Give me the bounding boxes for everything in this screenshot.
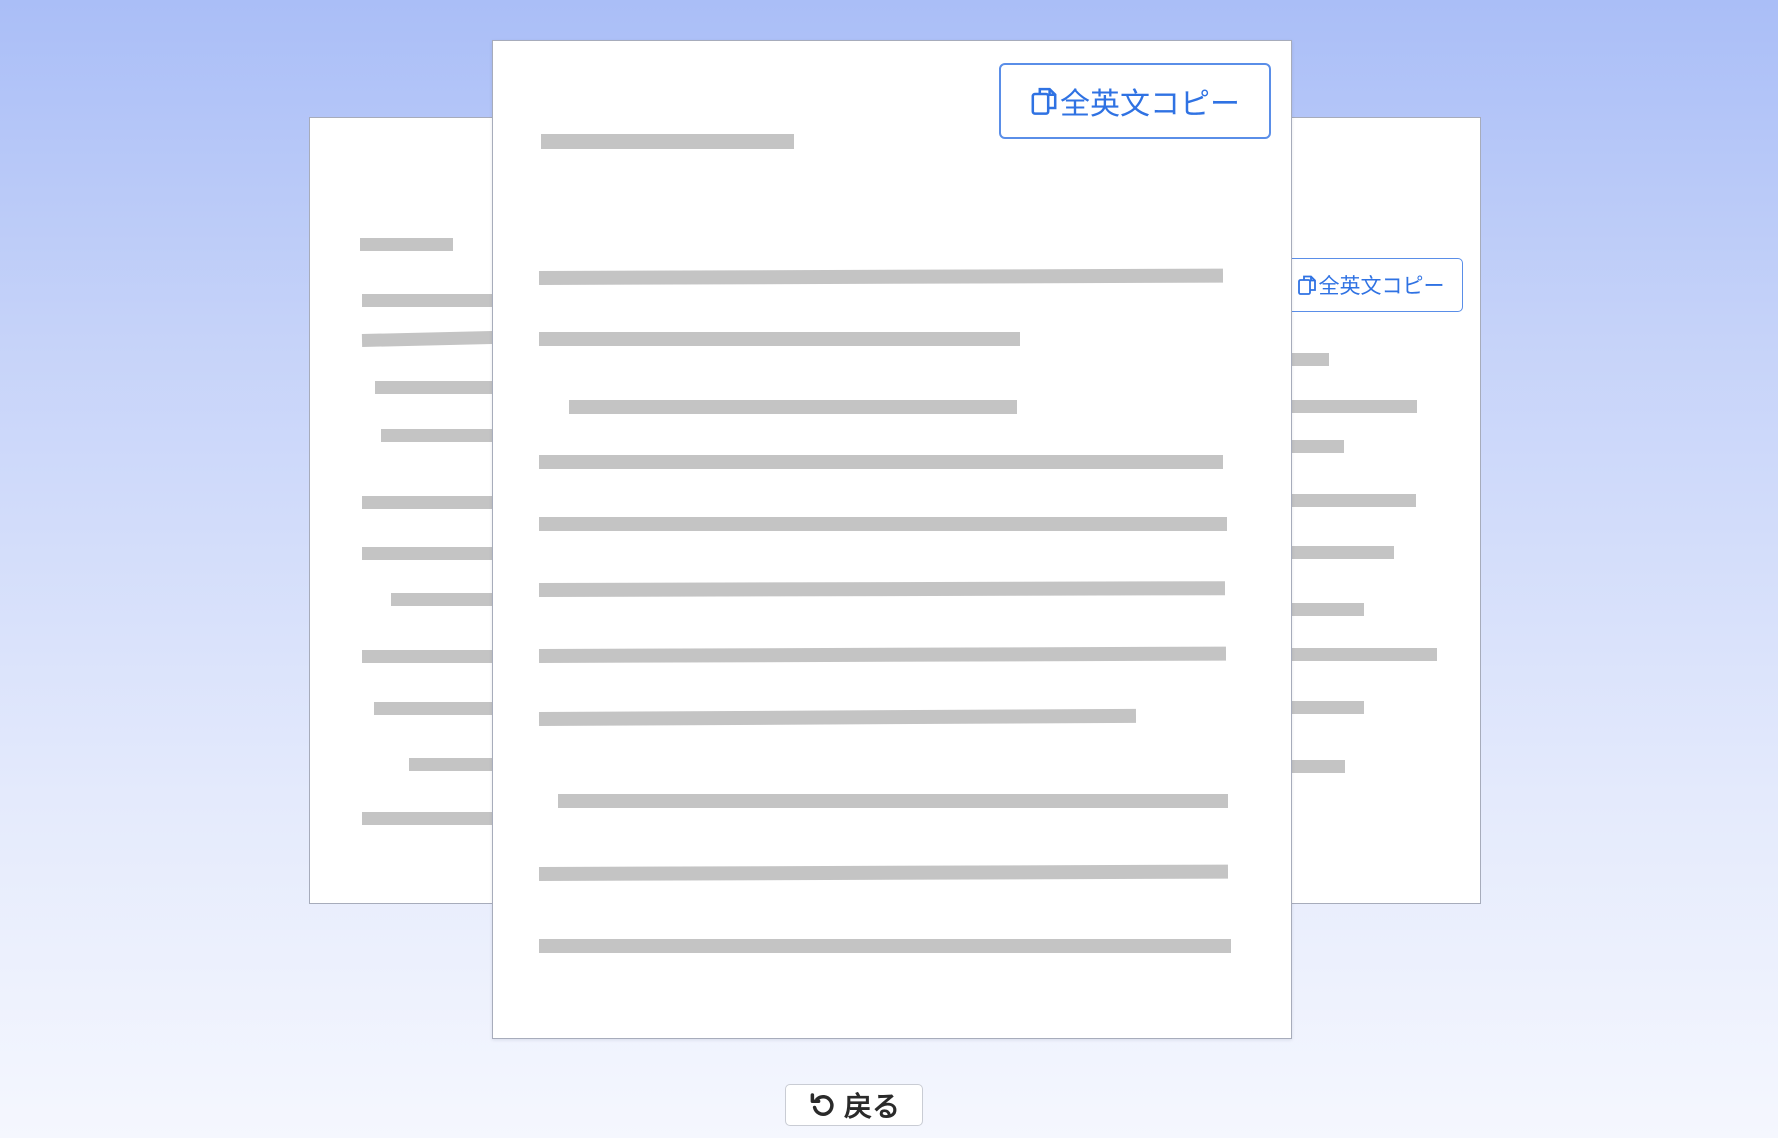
text-placeholder-line: [558, 794, 1228, 808]
text-placeholder-line: [539, 332, 1020, 346]
text-placeholder-line: [539, 455, 1223, 469]
document-page-right: 全英文コピー: [1287, 117, 1481, 904]
text-placeholder-line: [1288, 603, 1364, 616]
copy-all-english-label: 全英文コピー: [1318, 274, 1445, 298]
undo-arrow-icon: [808, 1090, 838, 1120]
text-placeholder-line: [538, 581, 1226, 597]
text-placeholder-line: [1288, 440, 1344, 453]
text-placeholder-line: [538, 646, 1227, 663]
text-placeholder-line: [1288, 494, 1416, 507]
text-placeholder-line: [538, 708, 1137, 726]
copy-icon: [1030, 85, 1058, 117]
text-placeholder-line: [569, 400, 1017, 414]
copy-all-english-button[interactable]: 全英文コピー: [1288, 258, 1463, 312]
text-placeholder-line: [538, 268, 1224, 285]
copy-all-english-label: 全英文コピー: [1060, 87, 1240, 122]
text-placeholder-line: [538, 864, 1229, 881]
text-placeholder-line: [375, 381, 492, 394]
text-placeholder-line: [362, 650, 492, 663]
text-placeholder-line: [1288, 400, 1417, 413]
text-placeholder-line: [1288, 648, 1437, 661]
copy-icon: [1297, 274, 1317, 296]
text-placeholder-line: [362, 496, 492, 509]
text-placeholder-line: [362, 547, 492, 560]
text-placeholder-line: [541, 134, 794, 149]
text-placeholder-line: [539, 939, 1231, 953]
text-placeholder-line: [360, 238, 453, 251]
document-page-main: 全英文コピー: [492, 40, 1292, 1039]
text-placeholder-line: [1288, 701, 1364, 714]
back-label: 戻る: [843, 1090, 900, 1123]
text-placeholder-line: [1288, 353, 1329, 366]
text-placeholder-line: [391, 593, 492, 606]
text-placeholder-line: [374, 702, 492, 715]
back-button[interactable]: 戻る: [785, 1084, 923, 1126]
document-page-left: [309, 117, 493, 904]
text-placeholder-line: [361, 330, 492, 347]
text-placeholder-line: [362, 294, 492, 307]
text-placeholder-line: [381, 429, 492, 442]
text-placeholder-line: [409, 758, 492, 771]
text-placeholder-line: [539, 517, 1227, 531]
copy-all-english-button[interactable]: 全英文コピー: [999, 63, 1271, 139]
text-placeholder-line: [362, 812, 492, 825]
text-placeholder-line: [1288, 760, 1345, 773]
text-placeholder-line: [1288, 546, 1394, 559]
